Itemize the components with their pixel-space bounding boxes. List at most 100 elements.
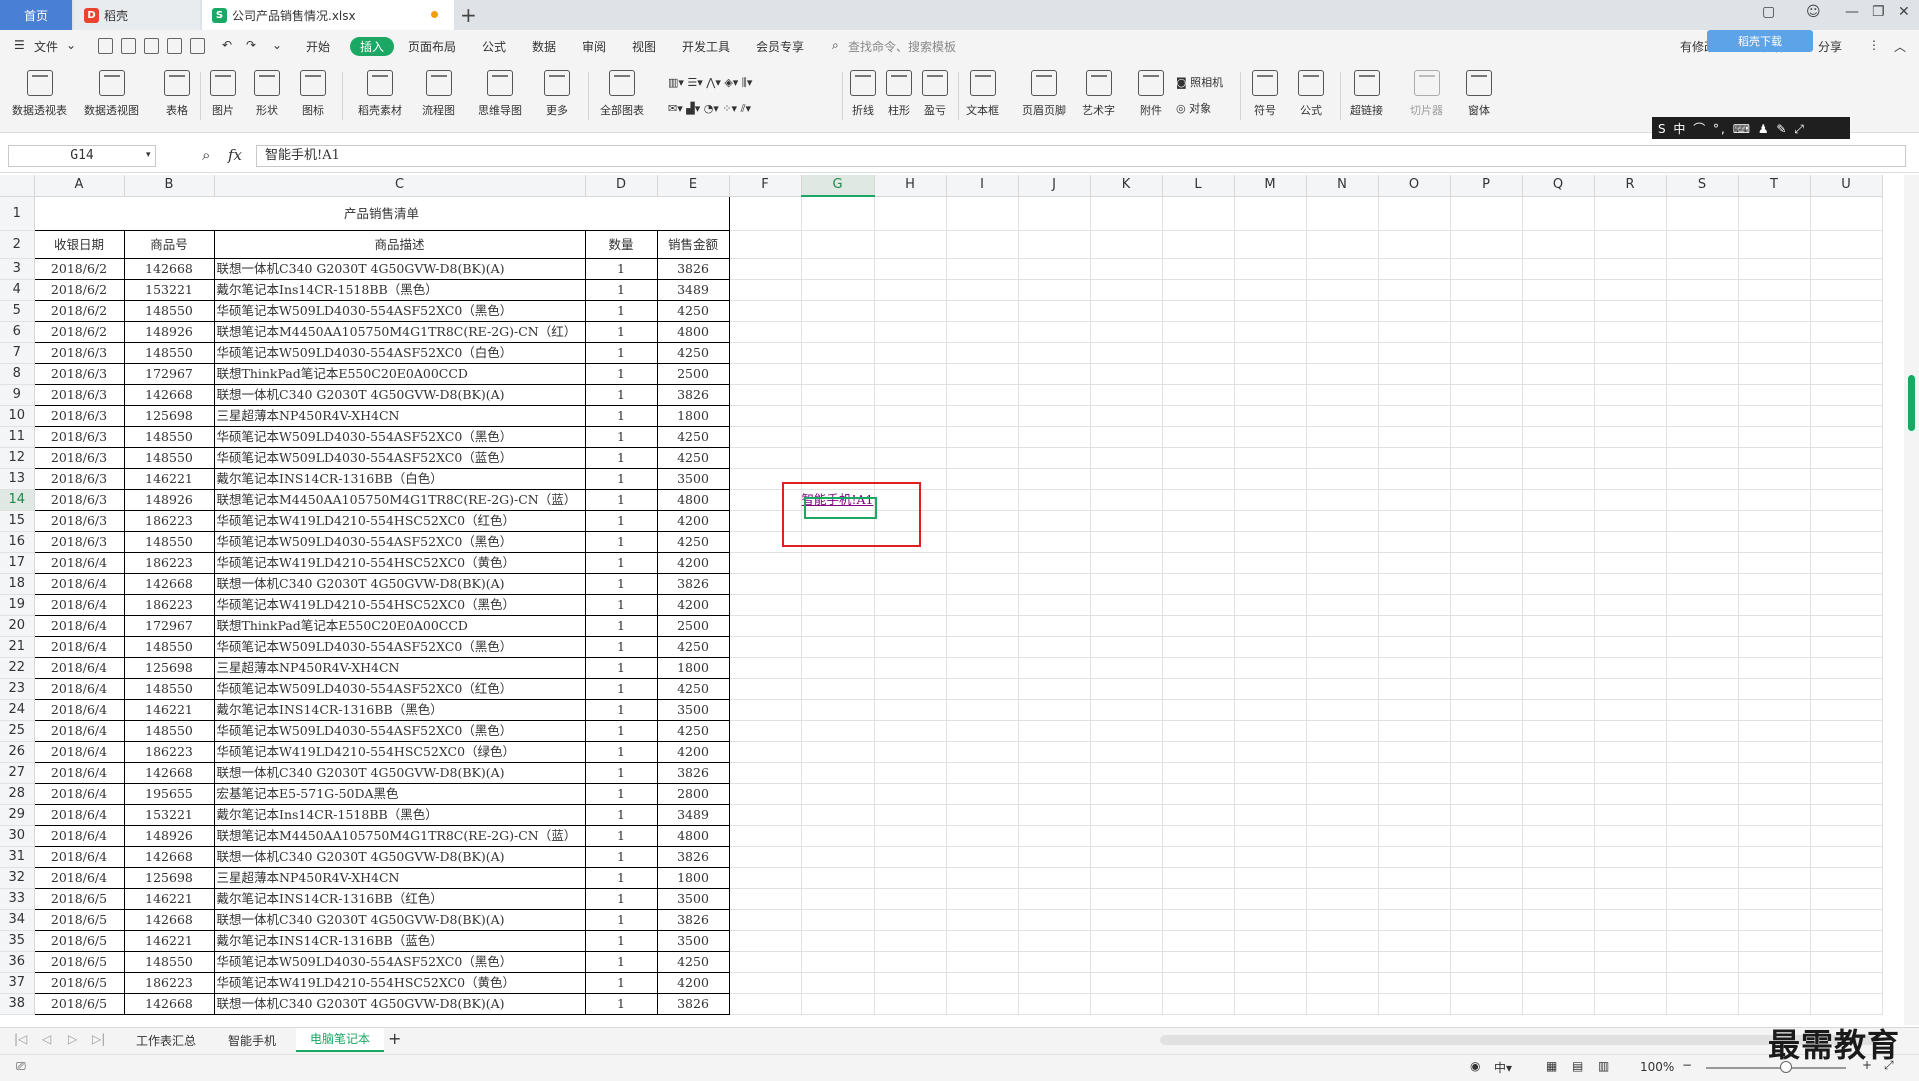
empty-cell[interactable] — [1234, 804, 1307, 826]
empty-cell[interactable] — [1594, 552, 1667, 574]
menu-page-layout[interactable]: 页面布局 — [408, 38, 456, 55]
empty-cell[interactable] — [1162, 510, 1235, 532]
empty-cell[interactable] — [801, 615, 875, 637]
empty-cell[interactable] — [1594, 321, 1667, 343]
empty-cell[interactable] — [1594, 531, 1667, 553]
empty-cell[interactable] — [1306, 342, 1379, 364]
data-cell[interactable]: 2018/6/3 — [33, 489, 125, 511]
empty-cell[interactable] — [801, 447, 875, 469]
row-header[interactable]: 14 — [0, 489, 35, 511]
empty-cell[interactable] — [946, 384, 1019, 406]
data-cell[interactable]: 3500 — [656, 699, 730, 721]
empty-cell[interactable] — [1666, 846, 1739, 868]
empty-cell[interactable] — [874, 196, 947, 231]
row-header[interactable]: 1 — [0, 196, 35, 231]
empty-cell[interactable] — [1450, 594, 1523, 616]
data-cell[interactable]: 联想一体机C340 G2030T 4G50GVW-D8(BK)(A) — [213, 909, 586, 931]
row-header[interactable]: 27 — [0, 762, 35, 784]
data-cell[interactable]: 戴尔笔记本INS14CR-1316BB（白色） — [213, 468, 586, 490]
empty-cell[interactable] — [1378, 279, 1451, 301]
empty-cell[interactable] — [729, 636, 802, 658]
empty-cell[interactable] — [1090, 594, 1163, 616]
normal-view-icon[interactable]: ▦ — [1546, 1059, 1557, 1073]
empty-cell[interactable] — [1666, 867, 1739, 889]
empty-cell[interactable] — [1378, 426, 1451, 448]
empty-cell[interactable] — [1738, 196, 1811, 231]
empty-cell[interactable] — [1234, 678, 1307, 700]
flowchart-button[interactable]: 流程图 — [422, 70, 455, 118]
empty-cell[interactable] — [801, 825, 875, 847]
empty-cell[interactable] — [729, 951, 802, 973]
data-cell[interactable]: 戴尔笔记本Ins14CR-1518BB（黑色） — [213, 804, 586, 826]
empty-cell[interactable] — [1522, 531, 1595, 553]
column-header-l[interactable]: L — [1162, 175, 1235, 197]
empty-cell[interactable] — [1450, 678, 1523, 700]
empty-cell[interactable] — [1522, 230, 1595, 259]
data-cell[interactable]: 戴尔笔记本INS14CR-1316BB（蓝色） — [213, 930, 586, 952]
empty-cell[interactable] — [1810, 825, 1883, 847]
empty-cell[interactable] — [874, 552, 947, 574]
empty-cell[interactable] — [1738, 846, 1811, 868]
data-cell[interactable]: 2018/6/3 — [33, 384, 125, 406]
empty-cell[interactable] — [946, 363, 1019, 385]
empty-cell[interactable] — [729, 699, 802, 721]
data-cell[interactable]: 华硕笔记本W419LD4210-554HSC52XC0（黄色） — [213, 552, 586, 574]
menu-data[interactable]: 数据 — [532, 38, 556, 55]
empty-cell[interactable] — [1594, 230, 1667, 259]
empty-cell[interactable] — [1666, 196, 1739, 231]
empty-cell[interactable] — [801, 230, 875, 259]
empty-cell[interactable] — [1810, 573, 1883, 595]
empty-cell[interactable] — [1450, 636, 1523, 658]
empty-cell[interactable] — [946, 342, 1019, 364]
data-cell[interactable]: 172967 — [123, 363, 215, 385]
empty-cell[interactable] — [801, 636, 875, 658]
empty-cell[interactable] — [1162, 741, 1235, 763]
empty-cell[interactable] — [946, 615, 1019, 637]
data-cell[interactable]: 146221 — [123, 699, 215, 721]
empty-cell[interactable] — [1234, 363, 1307, 385]
empty-cell[interactable] — [874, 258, 947, 280]
empty-cell[interactable] — [1234, 573, 1307, 595]
empty-cell[interactable] — [1594, 678, 1667, 700]
row-header[interactable]: 37 — [0, 972, 35, 994]
empty-cell[interactable] — [1738, 510, 1811, 532]
empty-cell[interactable] — [1090, 657, 1163, 679]
menu-file[interactable]: 文件 — [34, 38, 58, 55]
empty-cell[interactable] — [1162, 720, 1235, 742]
empty-cell[interactable] — [1234, 615, 1307, 637]
data-cell[interactable]: 1 — [584, 489, 658, 511]
more-options-icon[interactable]: ⋮ — [1868, 38, 1880, 52]
data-cell[interactable]: 2018/6/3 — [33, 426, 125, 448]
empty-cell[interactable] — [1162, 405, 1235, 427]
empty-cell[interactable] — [946, 230, 1019, 259]
data-cell[interactable]: 2018/6/4 — [33, 762, 125, 784]
data-cell[interactable]: 142668 — [123, 573, 215, 595]
empty-cell[interactable] — [1018, 384, 1091, 406]
empty-cell[interactable] — [1810, 867, 1883, 889]
column-header-j[interactable]: J — [1018, 175, 1091, 197]
row-header[interactable]: 35 — [0, 930, 35, 952]
empty-cell[interactable] — [1306, 657, 1379, 679]
empty-cell[interactable] — [1162, 783, 1235, 805]
row-header[interactable]: 26 — [0, 741, 35, 763]
empty-cell[interactable] — [1594, 489, 1667, 511]
row-header[interactable]: 32 — [0, 867, 35, 889]
menu-view[interactable]: 视图 — [632, 38, 656, 55]
empty-cell[interactable] — [1234, 867, 1307, 889]
empty-cell[interactable] — [1594, 447, 1667, 469]
empty-cell[interactable] — [1810, 321, 1883, 343]
empty-cell[interactable] — [1594, 594, 1667, 616]
column-header-q[interactable]: Q — [1522, 175, 1595, 197]
data-cell[interactable]: 148926 — [123, 489, 215, 511]
empty-cell[interactable] — [801, 657, 875, 679]
empty-cell[interactable] — [1162, 636, 1235, 658]
empty-cell[interactable] — [1306, 230, 1379, 259]
data-cell[interactable]: 4200 — [656, 972, 730, 994]
empty-cell[interactable] — [729, 279, 802, 301]
search-icon[interactable]: ⌕ — [832, 38, 839, 53]
empty-cell[interactable] — [874, 783, 947, 805]
empty-cell[interactable] — [1594, 783, 1667, 805]
data-cell[interactable]: 2018/6/3 — [33, 510, 125, 532]
data-cell[interactable]: 三星超薄本NP450R4V-XH4CN — [213, 657, 586, 679]
row-header[interactable]: 20 — [0, 615, 35, 637]
